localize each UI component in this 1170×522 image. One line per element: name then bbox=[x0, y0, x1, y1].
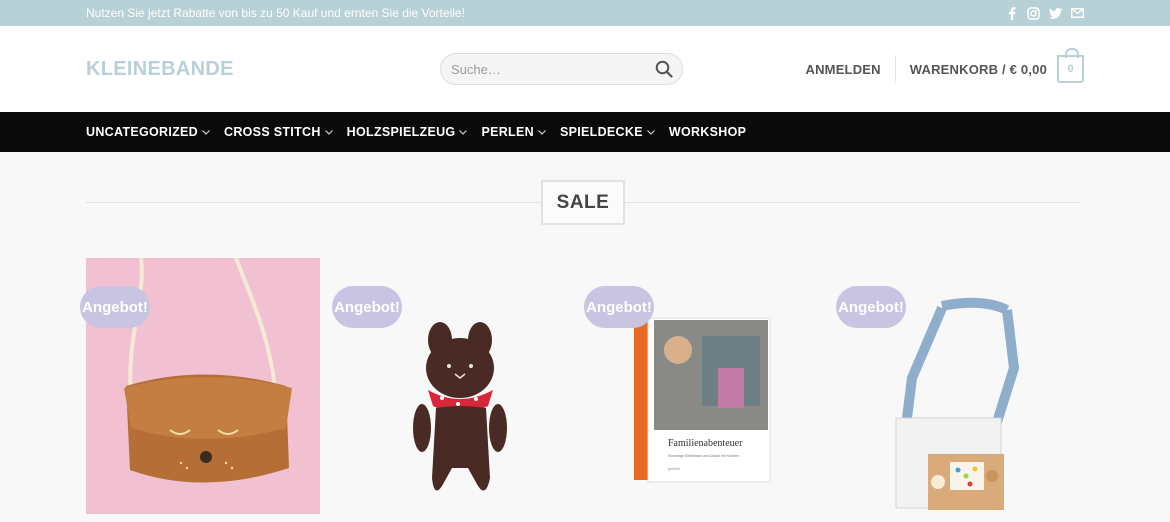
search-icon[interactable] bbox=[655, 60, 673, 78]
nav-item-label: WORKSHOP bbox=[668, 125, 747, 139]
site-logo[interactable]: KLEINEBANDE bbox=[86, 58, 440, 81]
sale-badge: Angebot! bbox=[584, 286, 654, 328]
chevron-down-icon bbox=[458, 127, 468, 137]
promo-text: Nutzen Sie jetzt Rabatte von bis zu 50 K… bbox=[86, 6, 465, 20]
top-bar: Nutzen Sie jetzt Rabatte von bis zu 50 K… bbox=[0, 0, 1170, 26]
nav-item-label: UNCATEGORIZED bbox=[86, 125, 198, 139]
cart-link[interactable]: WARENKORB / € 0,00 bbox=[910, 62, 1047, 77]
nav-item-label: SPIELDECKE bbox=[559, 125, 643, 139]
nav-item-label: CROSS STITCH bbox=[224, 125, 321, 139]
main-nav: UNCATEGORIZED CROSS STITCH HOLZSPIELZEUG… bbox=[0, 112, 1170, 152]
chevron-down-icon bbox=[537, 127, 547, 137]
product-grid: Angebot! Angebot! Familienabenteuer Einm… bbox=[0, 252, 1170, 514]
nav-item-perlen[interactable]: PERLEN bbox=[481, 125, 547, 139]
cart-count: 0 bbox=[1067, 63, 1074, 75]
book-author: geklebt bbox=[668, 467, 680, 471]
nav-item-label: PERLEN bbox=[481, 125, 534, 139]
header-account: ANMELDEN WARENKORB / € 0,00 0 bbox=[805, 48, 1084, 83]
site-header: KLEINEBANDE ANMELDEN WARENKORB / € 0,00 … bbox=[0, 26, 1170, 112]
sale-badge: Angebot! bbox=[80, 286, 150, 328]
sale-badge: Angebot! bbox=[332, 286, 402, 328]
section-title: SALE bbox=[541, 180, 625, 225]
nav-item-holzspielzeug[interactable]: HOLZSPIELZEUG bbox=[347, 125, 469, 139]
nav-item-spieldecke[interactable]: SPIELDECKE bbox=[560, 125, 656, 139]
social-links bbox=[1005, 6, 1084, 20]
twitter-icon[interactable] bbox=[1049, 7, 1062, 20]
chevron-down-icon bbox=[646, 127, 656, 137]
nav-item-label: HOLZSPIELZEUG bbox=[346, 125, 456, 139]
search-input[interactable] bbox=[451, 61, 655, 77]
product-card[interactable]: Angebot! bbox=[332, 258, 572, 514]
product-card[interactable]: Angebot! bbox=[836, 258, 1076, 514]
book-title: Familienabenteuer bbox=[668, 438, 743, 449]
nav-item-uncategorized[interactable]: UNCATEGORIZED bbox=[86, 125, 211, 139]
facebook-icon[interactable] bbox=[1005, 6, 1018, 20]
section-header: SALE bbox=[0, 152, 1170, 252]
instagram-icon[interactable] bbox=[1027, 6, 1040, 20]
login-link[interactable]: ANMELDEN bbox=[805, 62, 894, 77]
product-card[interactable]: Angebot! bbox=[80, 258, 320, 514]
email-icon[interactable] bbox=[1071, 7, 1084, 20]
sale-badge: Angebot! bbox=[836, 286, 906, 328]
header-divider bbox=[894, 55, 896, 83]
cart-icon[interactable]: 0 bbox=[1057, 48, 1084, 83]
nav-item-cross-stitch[interactable]: CROSS STITCH bbox=[224, 125, 334, 139]
chevron-down-icon bbox=[324, 127, 334, 137]
product-card[interactable]: Familienabenteuer Einmalige Erlebnisse u… bbox=[584, 258, 824, 514]
book-subtitle: Einmalige Erlebnisse und Urlaub mit Kind… bbox=[668, 454, 739, 458]
nav-item-workshop[interactable]: WORKSHOP bbox=[669, 125, 746, 139]
search-box bbox=[440, 53, 683, 85]
chevron-down-icon bbox=[201, 127, 211, 137]
